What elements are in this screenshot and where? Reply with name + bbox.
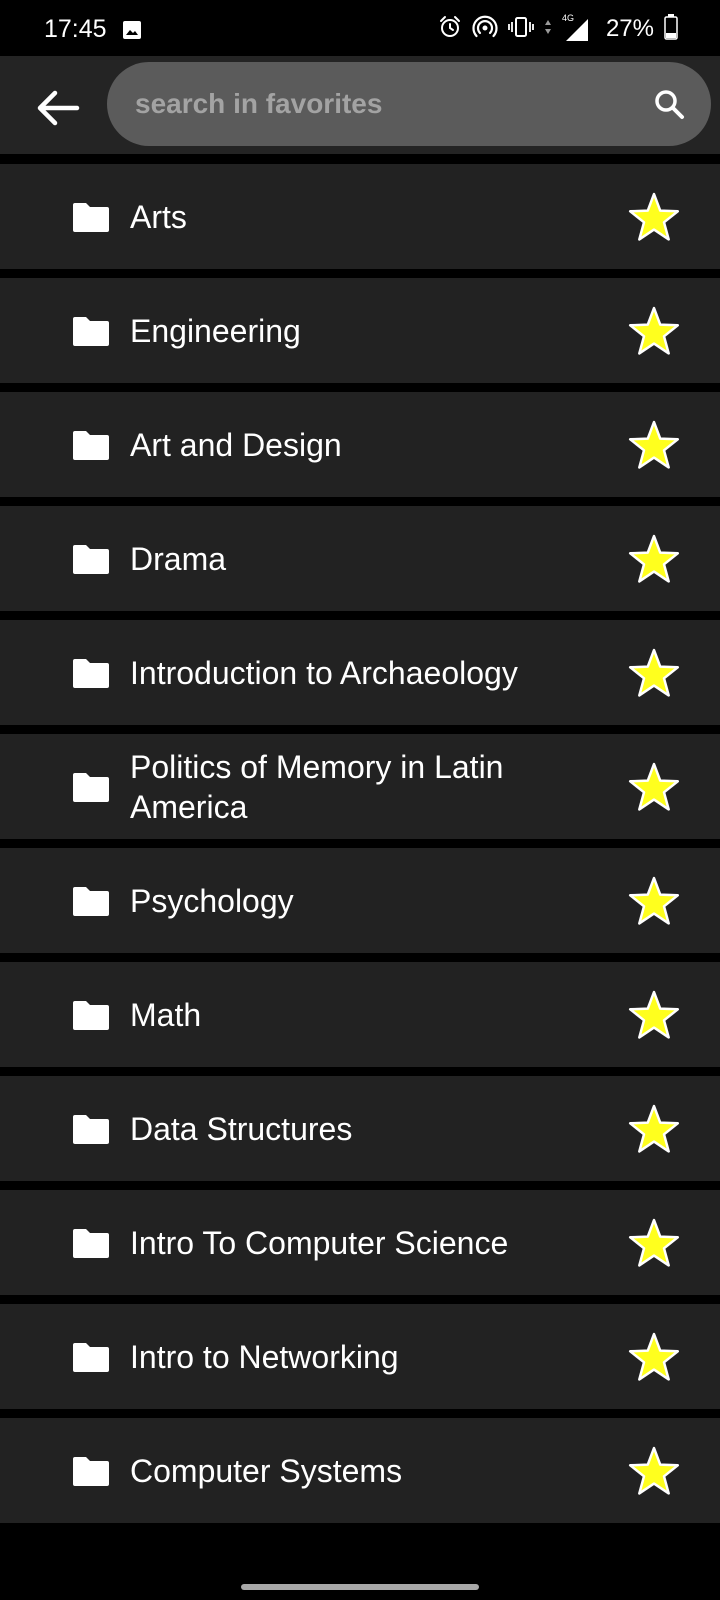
list-item-label: Psychology [130,882,294,919]
hotspot-icon [472,14,498,45]
star-icon [628,1218,680,1267]
back-button[interactable] [30,80,86,136]
list-item-11[interactable]: Intro to Networking [0,1304,720,1409]
list-item-9[interactable]: Data Structures [0,1076,720,1181]
folder-icon [72,1341,110,1373]
status-time: 17:45 [44,15,107,43]
folder-icon [72,1455,110,1487]
favorite-star-button[interactable] [626,189,682,245]
favorite-star-button[interactable] [626,645,682,701]
star-icon [628,534,680,583]
list-item-label: Politics of Memory in Latin America [130,748,504,825]
app-bar [0,56,720,154]
list-item-8[interactable]: Math [0,962,720,1067]
favorite-star-button[interactable] [626,1101,682,1157]
list-item-10[interactable]: Intro To Computer Science [0,1190,720,1295]
star-icon [628,306,680,355]
star-icon [628,648,680,697]
list-item-label: Data Structures [130,1110,353,1147]
folder-icon [72,1227,110,1259]
favorite-star-button[interactable] [626,1329,682,1385]
star-icon [628,192,680,241]
list-item-label: Arts [130,198,187,235]
image-icon [122,20,142,45]
list-item-7[interactable]: Psychology [0,848,720,953]
star-icon [628,990,680,1039]
favorite-star-button[interactable] [626,987,682,1043]
search-button[interactable] [647,82,691,126]
folder-icon [72,543,110,575]
status-bar: 17:45 4G 27% [0,0,720,56]
list-item-label: Intro to Networking [130,1338,399,1375]
folder-icon [72,201,110,233]
star-icon [628,1104,680,1153]
folder-icon [72,315,110,347]
battery-percent: 27% [605,15,654,42]
list-item-label: Introduction to Archaeology [130,654,518,691]
data-arrows-icon [544,19,552,40]
list-item-3[interactable]: Art and Design [0,392,720,497]
vibrate-icon [508,15,534,44]
favorite-star-button[interactable] [626,417,682,473]
list-item-label: Drama [130,540,227,577]
folder-icon [72,885,110,917]
folder-icon [72,771,110,803]
list-item-1[interactable]: Arts [0,164,720,269]
favorite-star-button[interactable] [626,531,682,587]
favorite-star-button[interactable] [626,1443,682,1499]
search-icon [655,90,684,119]
list-item-label: Computer Systems [130,1452,403,1489]
home-indicator[interactable] [241,1584,479,1590]
battery-icon [664,13,678,45]
folder-icon [72,999,110,1031]
list-item-label: Intro To Computer Science [130,1224,509,1261]
list-item-2[interactable]: Engineering [0,278,720,383]
search-box [107,62,711,146]
favorite-star-button[interactable] [626,1215,682,1271]
folder-icon [72,1113,110,1145]
star-icon [628,762,680,811]
star-icon [628,1446,680,1495]
search-input[interactable] [135,62,615,146]
star-icon [628,420,680,469]
list-item-label: Math [130,996,202,1033]
list-item-4[interactable]: Drama [0,506,720,611]
list-item-6[interactable]: Politics of Memory in Latin America [0,734,720,839]
folder-icon [72,429,110,461]
favorite-star-button[interactable] [626,873,682,929]
status-icons: 4G 27% [438,12,678,46]
favorite-star-button[interactable] [626,303,682,359]
favorite-star-button[interactable] [626,759,682,815]
star-icon [628,876,680,925]
arrow-left-icon [37,90,80,126]
list-item-12[interactable]: Computer Systems [0,1418,720,1523]
alarm-icon [438,15,462,44]
folder-icon [72,657,110,689]
signal-icon: 4G [561,13,590,43]
star-icon [628,1332,680,1381]
list-item-5[interactable]: Introduction to Archaeology [0,620,720,725]
network-type-label: 4G [561,13,574,23]
list-item-label: Engineering [130,312,301,349]
list-item-label: Art and Design [130,426,342,463]
